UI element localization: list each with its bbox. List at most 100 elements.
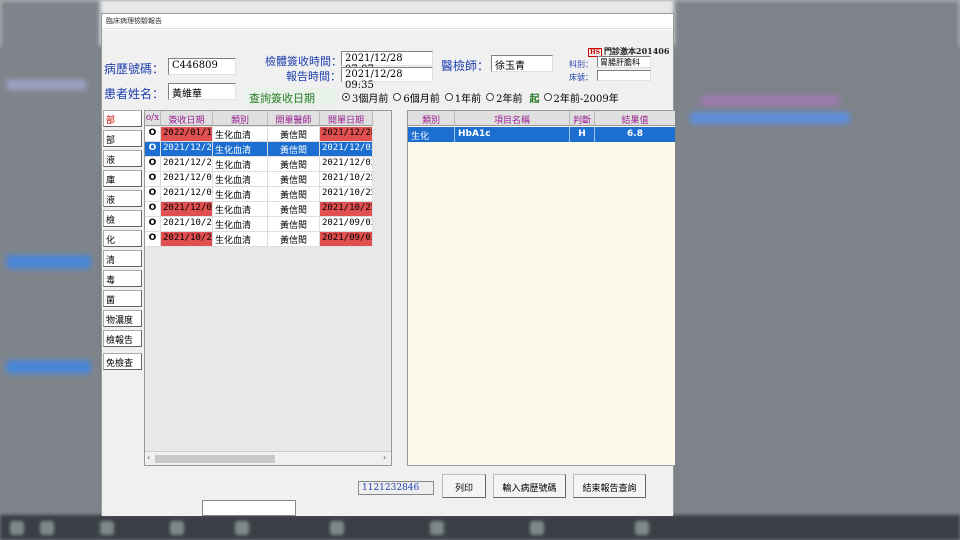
ordering-doctor: 黃信閎 xyxy=(268,127,320,142)
radio-3-months[interactable]: 3個月前 xyxy=(342,90,388,105)
app-icon[interactable] xyxy=(40,521,54,535)
badge-text: 門診激本201406 xyxy=(604,46,670,56)
column-header[interactable]: 項目名稱 xyxy=(455,111,570,126)
column-header[interactable]: 類別 xyxy=(408,111,455,126)
ordering-doctor: 黃信閎 xyxy=(268,142,320,157)
order-date: 2021/09/03 xyxy=(320,232,373,247)
side-button[interactable]: 部 xyxy=(103,130,142,147)
row-check: O xyxy=(145,232,161,247)
start-icon[interactable] xyxy=(10,521,24,535)
side-button[interactable]: 液 xyxy=(103,150,142,167)
from-label: 起 xyxy=(529,93,540,105)
column-header[interactable]: 結果值 xyxy=(595,111,675,126)
ordering-doctor: 黃信閎 xyxy=(268,157,320,172)
app-icon[interactable] xyxy=(635,521,649,535)
print-button[interactable]: 列印 xyxy=(442,474,486,498)
blurred-highlight xyxy=(6,255,91,269)
side-button[interactable]: 液 xyxy=(103,190,142,207)
side-button[interactable]: 庫 xyxy=(103,170,142,187)
radio-1-year[interactable]: 1年前 xyxy=(444,90,481,105)
query-radio-group: 3個月前 6個月前 1年前 2年前 起 2年前-2009年 xyxy=(342,88,662,106)
window-body: 病歷號碼： C446809 患者姓名： 黃維華 檢體簽收時間： 2021/12/… xyxy=(102,30,675,516)
table-row[interactable]: O 2021/10/25 生化血清 黃信閎 2021/09/03 xyxy=(145,217,391,232)
order-date: 2021/10/25 xyxy=(320,172,373,187)
window-title: 臨床病理檢驗報告 xyxy=(102,14,673,29)
row-check: O xyxy=(145,127,161,142)
radio-icon xyxy=(486,93,495,101)
side-button[interactable]: 清 xyxy=(103,250,142,267)
side-button[interactable]: 化 xyxy=(103,230,142,247)
app-icon[interactable] xyxy=(330,521,344,535)
blank-input[interactable] xyxy=(202,500,296,516)
radio-icon xyxy=(543,93,552,101)
recv-date: 2021/12/28 xyxy=(161,142,213,157)
result-row[interactable]: 生化 HbA1c H 6.8 xyxy=(408,127,675,142)
table-row[interactable]: O 2021/12/01 生化血清 黃信閎 2021/10/25 xyxy=(145,187,391,202)
side-button[interactable]: 物濃度 xyxy=(103,310,142,327)
dept-field: 胃腸肝膽科 xyxy=(597,56,651,68)
side-button[interactable]: 部 xyxy=(103,110,142,127)
row-check: O xyxy=(145,202,161,217)
table-row[interactable]: O 2021/12/01 生化血清 黃信閎 2021/10/25 xyxy=(145,202,391,217)
result-category: 生化 xyxy=(408,127,455,142)
app-icon[interactable] xyxy=(100,521,114,535)
table-row[interactable]: O 2021/12/28 生化血清 黃信閎 2021/12/03 xyxy=(145,157,391,172)
column-header[interactable]: 類別 xyxy=(213,111,268,126)
column-header[interactable]: 開單醫師 xyxy=(268,111,320,126)
scroll-thumb[interactable] xyxy=(155,455,275,463)
chart-no-field[interactable]: C446809 xyxy=(168,58,236,75)
row-check: O xyxy=(145,187,161,202)
chart-no-label: 病歷號碼： xyxy=(104,62,165,76)
column-header[interactable]: o/x xyxy=(145,111,161,126)
radio-2-years[interactable]: 2年前 xyxy=(486,90,523,105)
side-button[interactable]: 檢 xyxy=(103,210,142,227)
side-button[interactable]: 免檢查 xyxy=(103,353,142,370)
app-icon[interactable] xyxy=(235,521,249,535)
doctor-field: 徐玉青 xyxy=(491,55,553,72)
blurred-highlight xyxy=(6,360,91,374)
app-icon[interactable] xyxy=(170,521,184,535)
order-date: 2021/10/25 xyxy=(320,202,373,217)
order-date: 2021/12/28 xyxy=(320,127,373,142)
table-row[interactable]: O 2021/12/01 生化血清 黃信閎 2021/10/25 xyxy=(145,172,391,187)
order-date: 2021/09/03 xyxy=(320,217,373,232)
app-icon[interactable] xyxy=(530,521,544,535)
scroll-left-icon[interactable]: ‹ xyxy=(147,453,150,462)
ordering-doctor: 黃信閎 xyxy=(268,232,320,247)
radio-icon xyxy=(444,93,453,101)
end-query-button[interactable]: 結束報告查詢 xyxy=(573,474,646,498)
blurred-header xyxy=(700,96,840,106)
recv-date: 2021/10/25 xyxy=(161,217,213,232)
doctor-label: 醫檢師： xyxy=(441,59,490,73)
category: 生化血清 xyxy=(213,187,268,202)
recv-time-field: 2021/12/28 07:07 xyxy=(341,51,433,75)
ordering-doctor: 黃信閎 xyxy=(268,217,320,232)
category: 生化血清 xyxy=(213,127,268,142)
category: 生化血清 xyxy=(213,142,268,157)
blurred-text xyxy=(6,80,86,90)
input-chart-no-button[interactable]: 輸入病歷號碼 xyxy=(493,474,566,498)
column-header[interactable]: 開單日期 xyxy=(320,111,373,126)
radio-6-months[interactable]: 6個月前 xyxy=(393,90,440,105)
horizontal-scrollbar[interactable]: ‹ › xyxy=(145,451,391,465)
result-table: 類別 項目名稱 判斷 結果值 生化 HbA1c H 6.8 xyxy=(407,110,675,466)
code-field: 1121232846 xyxy=(358,481,434,495)
result-item: HbA1c xyxy=(455,127,570,142)
table-row[interactable]: O 2022/01/19 生化血清 黃信閎 2021/12/28 xyxy=(145,127,391,142)
scroll-right-icon[interactable]: › xyxy=(383,453,386,462)
category: 生化血清 xyxy=(213,172,268,187)
side-button[interactable]: 檢報告 xyxy=(103,330,142,347)
side-button[interactable]: 毒 xyxy=(103,270,142,287)
side-button[interactable]: 菌 xyxy=(103,290,142,307)
ordering-doctor: 黃信閎 xyxy=(268,202,320,217)
table-row[interactable]: O 2021/10/25 生化血清 黃信閎 2021/09/03 xyxy=(145,232,391,247)
column-header[interactable]: 簽收日期 xyxy=(161,111,213,126)
app-icon[interactable] xyxy=(430,521,444,535)
column-header[interactable]: 判斷 xyxy=(570,111,595,126)
table-row[interactable]: O 2021/12/28 生化血清 黃信閎 2021/12/03 xyxy=(145,142,391,157)
row-check: O xyxy=(145,217,161,232)
radio-range[interactable]: 2年前-2009年 xyxy=(543,90,619,105)
blurred-row xyxy=(690,112,850,124)
patient-name-label: 患者姓名： xyxy=(104,87,165,101)
ordering-doctor: 黃信閎 xyxy=(268,172,320,187)
